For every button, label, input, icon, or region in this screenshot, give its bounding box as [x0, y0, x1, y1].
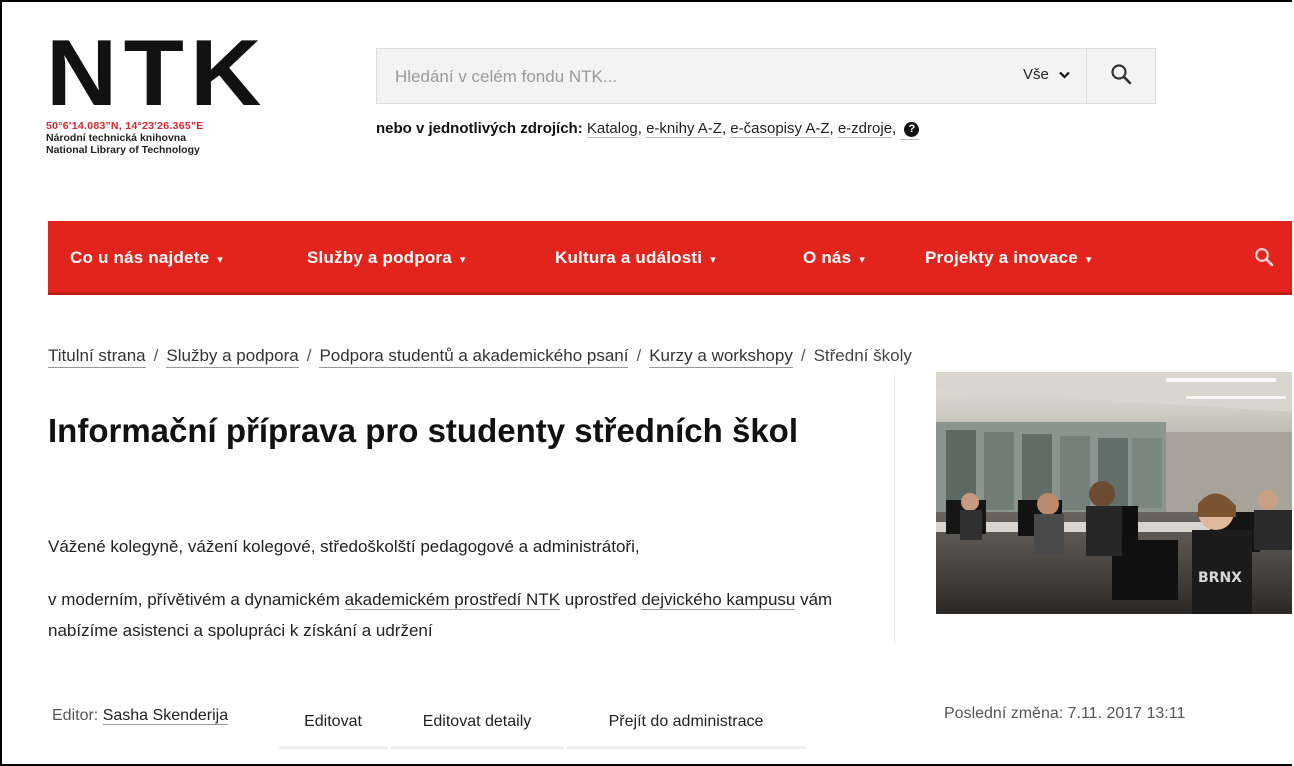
nav-item-kultura-a-udalosti[interactable]: Kultura a události ▾: [555, 221, 716, 295]
nav-item-label: Projekty a inovace: [925, 248, 1078, 267]
breadcrumb-link[interactable]: Služby a podpora: [166, 346, 299, 368]
source-link-eknihy[interactable]: e-knihy A-Z: [646, 120, 722, 138]
search-bar: Vše: [376, 48, 1156, 104]
breadcrumb-link[interactable]: Titulní strana: [48, 346, 146, 368]
source-link-ecasopisy[interactable]: e-časopisy A-Z: [730, 120, 830, 138]
search-icon: [1254, 248, 1274, 271]
link-akademicke-prostredi[interactable]: akademickém prostředí NTK: [344, 590, 561, 610]
source-link-katalog[interactable]: Katalog: [586, 120, 638, 138]
nav-item-label: Kultura a události: [555, 248, 703, 267]
link-dejvicky-kampus[interactable]: dejvického kampusu: [641, 590, 796, 610]
edit-details-button[interactable]: Editovat detaily: [391, 702, 563, 749]
logo[interactable]: NTK 50°6'14.083"N, 14°23'26.365"E Národn…: [46, 26, 306, 157]
caret-down-icon: ▾: [459, 254, 466, 266]
caret-down-icon: ▾: [710, 254, 716, 266]
editor-info: Editor: Sasha Skenderija: [52, 707, 229, 725]
caret-down-icon: ▾: [859, 254, 865, 266]
nav-item-sluzby-a-podpora[interactable]: Služby a podpora ▾: [307, 221, 466, 295]
question-circle-icon[interactable]: ?: [904, 122, 920, 137]
edit-button[interactable]: Editovat: [279, 702, 387, 749]
nav-item-label: O nás: [803, 248, 852, 267]
editor-label: Editor:: [52, 707, 99, 724]
intro-paragraph: Vážené kolegyně, vážení kolegové, středo…: [48, 537, 640, 556]
editor-name-link[interactable]: Sasha Skenderija: [102, 707, 229, 725]
nav-item-o-nas[interactable]: O nás ▾: [803, 221, 865, 295]
page-frame: NTK 50°6'14.083"N, 14°23'26.365"E Národn…: [0, 0, 1292, 766]
page-title: Informační příprava pro studenty střední…: [48, 412, 798, 449]
logo-name-cz: Národní technická knihovna: [46, 132, 187, 144]
breadcrumb-link[interactable]: Kurzy a workshopy: [649, 346, 793, 368]
search-button[interactable]: [1086, 49, 1155, 103]
nav-item-label: Služby a podpora: [307, 248, 452, 267]
logo-mark: NTK: [46, 20, 268, 125]
chevron-down-icon: [1059, 68, 1070, 82]
nav-item-co-u-nas-najdete[interactable]: Co u nás najdete ▾: [70, 221, 223, 295]
logo-name-en: National Library of Technology: [46, 144, 200, 156]
breadcrumb-link[interactable]: Podpora studentů a akademického psaní: [319, 346, 629, 368]
body-paragraph: v moderním, přívětivém a dynamickém akad…: [48, 590, 833, 640]
search-scope-select[interactable]: Vše: [1023, 66, 1070, 83]
search-icon: [1110, 63, 1132, 90]
caret-down-icon: ▾: [217, 254, 223, 266]
source-link-ezdroje[interactable]: e-zdroje: [837, 120, 893, 138]
breadcrumb-current: Střední školy: [813, 346, 912, 365]
breadcrumb: Titulní strana / Služby a podpora / Podpora …: [48, 346, 912, 368]
search-scope-label: Vše: [1023, 66, 1049, 83]
sources-lead: nebo v jednotlivých zdrojích:: [376, 120, 583, 137]
nav-item-projekty-a-inovace[interactable]: Projekty a inovace ▾: [925, 221, 1092, 295]
main-nav: Co u nás najdete ▾ Služby a podpora ▾ Kult…: [48, 221, 1292, 295]
nav-search-button[interactable]: [1254, 247, 1274, 272]
divider: [894, 374, 895, 644]
last-modified: Poslední změna: 7.11. 2017 13:11: [944, 705, 1186, 722]
library-photo: BRNX: [936, 372, 1292, 614]
svg-text:BRNX: BRNX: [1198, 570, 1242, 586]
search-input[interactable]: [393, 63, 997, 91]
search-sources: nebo v jednotlivých zdrojích: Katalog, e…: [376, 120, 920, 140]
go-to-admin-button[interactable]: Přejít do administrace: [567, 702, 805, 749]
caret-down-icon: ▾: [1085, 254, 1092, 266]
nav-item-label: Co u nás najdete: [70, 248, 210, 267]
